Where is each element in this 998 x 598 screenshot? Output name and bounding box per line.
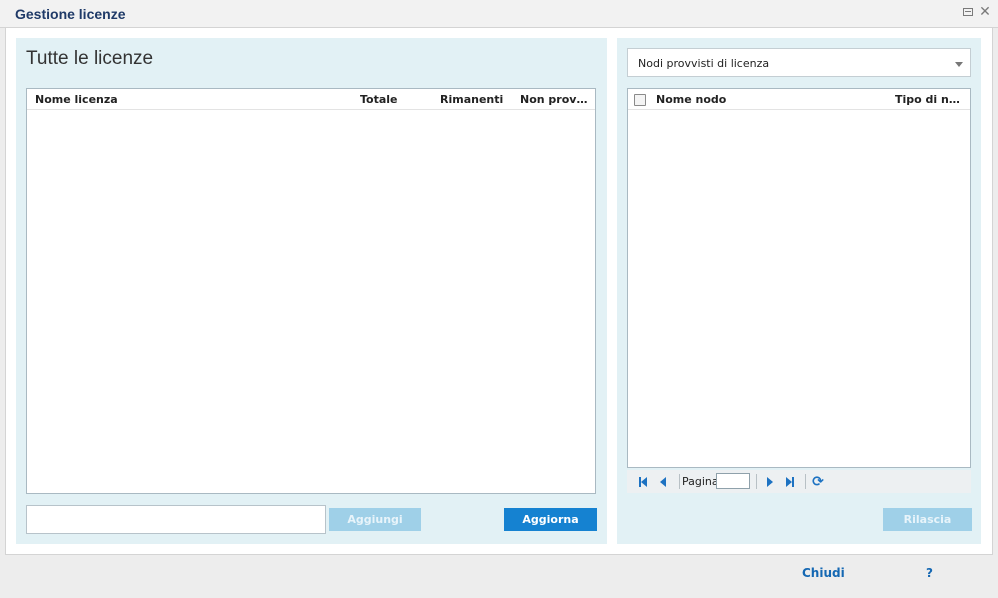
table-header: Nome nodo Tipo di n… — [628, 89, 970, 110]
table-header: Nome licenza Totale Rimanenti Non prov… — [27, 89, 595, 110]
window-title: Gestione licenze — [15, 6, 126, 22]
node-filter-dropdown[interactable]: Nodi provvisti di licenza — [627, 48, 971, 77]
close-icon[interactable]: ✕ — [979, 5, 991, 19]
select-all-checkbox[interactable] — [634, 94, 646, 106]
add-button[interactable]: Aggiungi — [329, 508, 421, 531]
column-header-node-name[interactable]: Nome nodo — [656, 93, 726, 106]
next-page-icon[interactable] — [763, 475, 777, 489]
nodes-table[interactable]: Nome nodo Tipo di n… — [627, 88, 971, 468]
page-label: Pagina — [682, 475, 719, 488]
column-header-node-type[interactable]: Tipo di n… — [895, 93, 967, 106]
column-header-total[interactable]: Totale — [360, 93, 398, 106]
close-link[interactable]: Chiudi — [802, 566, 845, 580]
pager-separator — [756, 474, 757, 489]
dialog-content: Tutte le licenze Nome licenza Totale Rim… — [5, 28, 993, 555]
pager-separator — [679, 474, 680, 489]
refresh-icon[interactable]: ⟳ — [811, 475, 825, 489]
all-licenses-panel: Tutte le licenze Nome licenza Totale Rim… — [16, 38, 607, 544]
help-link[interactable]: ? — [926, 566, 933, 580]
pagination-toolbar: Pagina ⟳ — [627, 470, 971, 493]
last-page-icon[interactable] — [783, 475, 797, 489]
license-key-input[interactable] — [26, 505, 326, 534]
dropdown-value: Nodi provvisti di licenza — [638, 57, 770, 70]
release-button[interactable]: Rilascia — [883, 508, 972, 531]
refresh-button[interactable]: Aggiorna — [504, 508, 597, 531]
restore-icon[interactable] — [962, 6, 974, 18]
licenses-table[interactable]: Nome licenza Totale Rimanenti Non prov… — [26, 88, 596, 494]
pager-separator — [805, 474, 806, 489]
panel-title: Tutte le licenze — [26, 48, 154, 69]
chevron-down-icon — [955, 62, 963, 67]
column-header-not-provisioned[interactable]: Non prov… — [520, 93, 592, 106]
licensed-nodes-panel: Nodi provvisti di licenza Nome nodo Tipo… — [617, 38, 981, 544]
window-titlebar: Gestione licenze ✕ — [0, 0, 998, 28]
column-header-license-name[interactable]: Nome licenza — [35, 93, 118, 106]
page-number-input[interactable] — [716, 473, 750, 489]
previous-page-icon[interactable] — [656, 475, 670, 489]
first-page-icon[interactable] — [636, 475, 650, 489]
column-header-remaining[interactable]: Rimanenti — [440, 93, 503, 106]
